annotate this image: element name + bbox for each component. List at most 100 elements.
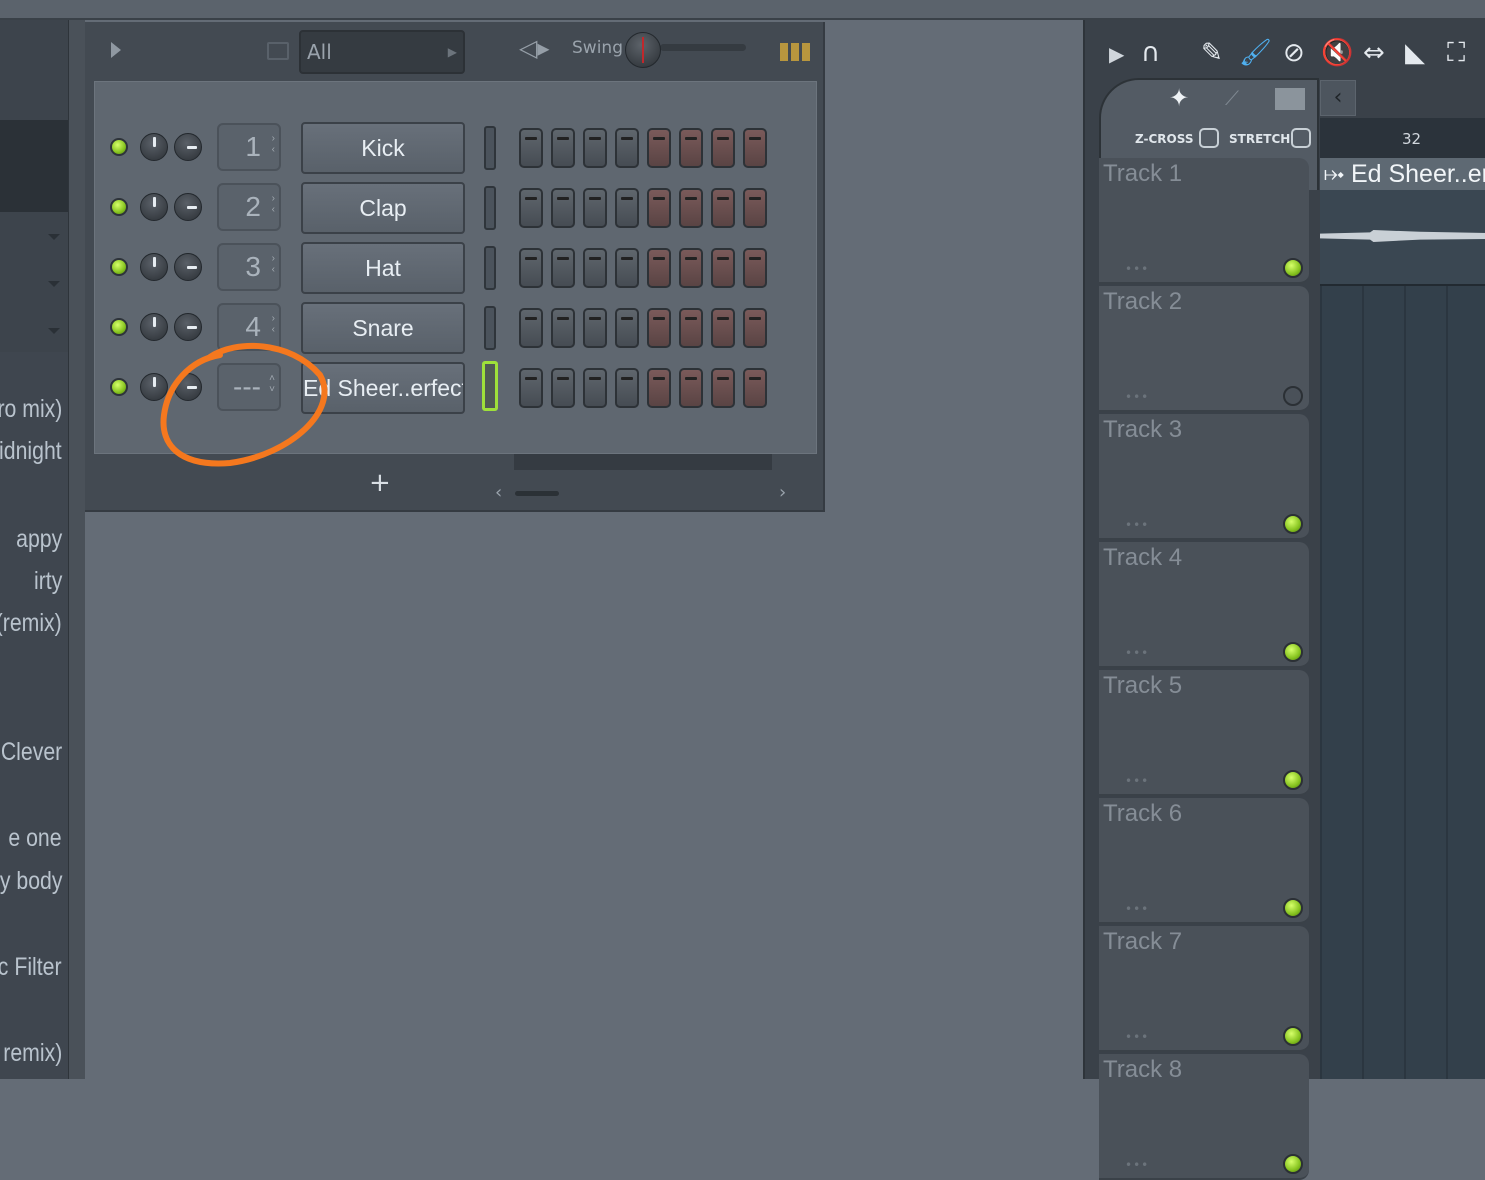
channel-select-indicator[interactable]	[482, 361, 498, 411]
channel-mute-led[interactable]	[110, 258, 128, 276]
slice-icon[interactable]: ◣	[1405, 38, 1425, 68]
channel-button[interactable]: Kick	[301, 122, 465, 174]
mixer-track-selector[interactable]: 3 › ‹	[217, 243, 281, 291]
track-enable-led[interactable]	[1283, 386, 1303, 406]
track-menu-icon[interactable]: •••	[1125, 518, 1149, 532]
track-menu-icon[interactable]: •••	[1125, 1030, 1149, 1044]
playlist-track[interactable]: Track 1 •••	[1099, 158, 1309, 284]
channel-button[interactable]: Clap	[301, 182, 465, 234]
speaker-icon[interactable]: ◁▸	[519, 34, 550, 62]
piano-icon[interactable]	[1275, 88, 1305, 110]
track-enable-led[interactable]	[1283, 258, 1303, 278]
mixer-track-selector[interactable]: 2 › ‹	[217, 183, 281, 231]
track-menu-icon[interactable]: •••	[1125, 262, 1149, 276]
browser-item[interactable]: n remix)	[0, 1039, 62, 1068]
step-button[interactable]	[583, 188, 607, 228]
step-button[interactable]	[743, 188, 767, 228]
collapse-left-button[interactable]: ‹	[1320, 80, 1356, 116]
playlist-track[interactable]: Track 5 •••	[1099, 670, 1309, 796]
browser-item[interactable]: My body	[0, 867, 62, 896]
playlist-track[interactable]: Track 2 •••	[1099, 286, 1309, 412]
playlist-track[interactable]: Track 3 •••	[1099, 414, 1309, 540]
step-button[interactable]	[583, 368, 607, 408]
audio-clip[interactable]: ⤠ Ed Sheer..erfe	[1320, 158, 1485, 286]
delete-icon[interactable]: ⊘	[1283, 38, 1305, 68]
step-button[interactable]	[711, 308, 735, 348]
step-button[interactable]	[711, 128, 735, 168]
add-channel-button[interactable]: +	[369, 468, 391, 498]
step-button[interactable]	[647, 368, 671, 408]
channel-filter-dropdown[interactable]: All ▶	[299, 30, 465, 74]
audio-wave-icon[interactable]: ✦	[1169, 84, 1189, 112]
step-button[interactable]	[711, 368, 735, 408]
step-button[interactable]	[519, 128, 543, 168]
track-menu-icon[interactable]: •••	[1125, 390, 1149, 404]
chevron-down-icon[interactable]	[48, 281, 60, 287]
step-button[interactable]	[551, 128, 575, 168]
scroll-thumb[interactable]	[515, 491, 559, 496]
track-enable-led[interactable]	[1283, 1026, 1303, 1046]
track-enable-led[interactable]	[1283, 642, 1303, 662]
step-button[interactable]	[647, 308, 671, 348]
step-button[interactable]	[615, 308, 639, 348]
step-button[interactable]	[711, 188, 735, 228]
step-button[interactable]	[519, 308, 543, 348]
step-button[interactable]	[519, 188, 543, 228]
select-icon[interactable]: ⛶	[1447, 38, 1465, 69]
scroll-left-icon[interactable]: ‹	[495, 482, 502, 503]
track-enable-led[interactable]	[1283, 514, 1303, 534]
channel-volume-knob[interactable]	[140, 193, 168, 221]
step-button[interactable]	[615, 188, 639, 228]
step-button[interactable]	[551, 308, 575, 348]
playlist-track[interactable]: Track 4 •••	[1099, 542, 1309, 668]
step-button[interactable]	[679, 188, 703, 228]
step-button[interactable]	[519, 248, 543, 288]
track-menu-icon[interactable]: •••	[1125, 902, 1149, 916]
playlist-menu-arrow-icon[interactable]: ▶	[1109, 42, 1124, 66]
channel-select-indicator[interactable]	[484, 186, 496, 230]
browser-item[interactable]: ro mix)	[0, 395, 62, 424]
playlist-track[interactable]: Track 7 •••	[1099, 926, 1309, 1052]
step-button[interactable]	[647, 128, 671, 168]
chevron-down-icon[interactable]	[48, 234, 60, 240]
browser-item[interactable]: (remix)	[0, 609, 62, 638]
step-button[interactable]	[679, 368, 703, 408]
step-button[interactable]	[583, 128, 607, 168]
step-button[interactable]	[551, 368, 575, 408]
browser-item[interactable]: idnight	[0, 437, 62, 466]
track-enable-led[interactable]	[1283, 1154, 1303, 1174]
step-button[interactable]	[615, 368, 639, 408]
playlist-track[interactable]: Track 8 •••	[1099, 1054, 1309, 1180]
step-button[interactable]	[519, 368, 543, 408]
step-button[interactable]	[615, 128, 639, 168]
channel-pan-knob[interactable]	[174, 253, 202, 281]
step-button[interactable]	[647, 248, 671, 288]
playlist-track[interactable]: Track 6 •••	[1099, 798, 1309, 924]
browser-item[interactable]: Clever	[1, 738, 62, 767]
stepper-arrows-icon[interactable]: › ‹	[272, 253, 275, 275]
channel-mute-led[interactable]	[110, 138, 128, 156]
rack-menu-arrow-icon[interactable]	[111, 42, 121, 58]
step-button[interactable]	[743, 128, 767, 168]
step-button[interactable]	[679, 128, 703, 168]
stepper-arrows-icon[interactable]: › ‹	[272, 193, 275, 215]
automation-icon[interactable]: ⟋	[1225, 86, 1239, 110]
stepper-arrows-icon[interactable]: › ‹	[272, 313, 275, 335]
graph-editor-icon[interactable]	[780, 43, 810, 61]
channel-select-indicator[interactable]	[484, 126, 496, 170]
swing-slider[interactable]	[660, 44, 746, 51]
browser-item[interactable]: e one	[9, 824, 62, 853]
zcross-checkbox[interactable]	[1199, 128, 1219, 148]
magnet-snap-icon[interactable]: ∩	[1141, 38, 1160, 68]
step-button[interactable]	[743, 368, 767, 408]
track-menu-icon[interactable]: •••	[1125, 774, 1149, 788]
step-button[interactable]	[743, 248, 767, 288]
chevron-down-icon[interactable]	[48, 328, 60, 334]
browser-item[interactable]: appy	[16, 525, 62, 554]
step-button[interactable]	[743, 308, 767, 348]
slip-icon[interactable]: ⇔	[1363, 38, 1385, 68]
rack-horizontal-scroll-track[interactable]	[514, 454, 772, 470]
mixer-track-selector[interactable]: 1 › ‹	[217, 123, 281, 171]
step-button[interactable]	[679, 308, 703, 348]
browser-item[interactable]: irty	[34, 567, 62, 596]
